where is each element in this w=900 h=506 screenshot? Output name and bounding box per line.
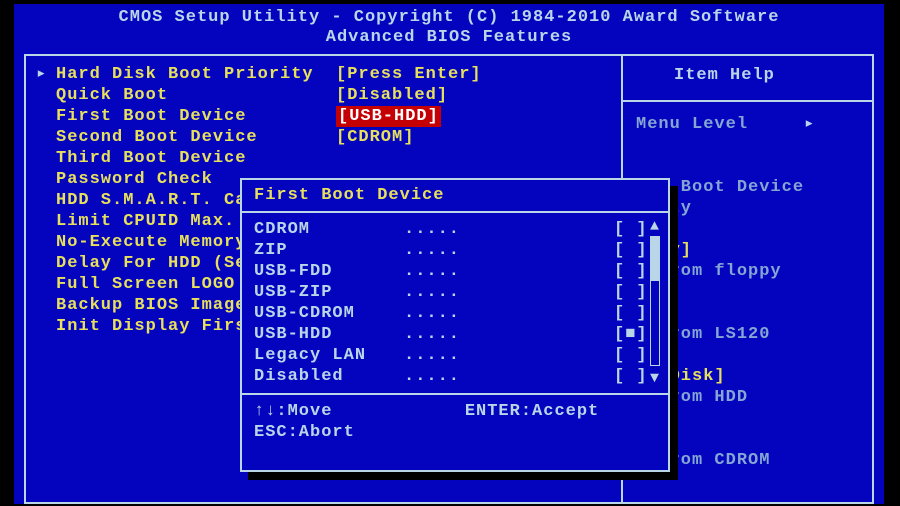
help-line: t from CDROM — [636, 450, 868, 471]
popup-option-name: USB-FDD — [254, 261, 404, 282]
option-marker — [36, 211, 56, 232]
help-line — [636, 408, 868, 429]
option-label: Third Boot Device — [56, 148, 336, 169]
help-title: Item Help — [674, 66, 775, 85]
popup-option-name: ZIP — [254, 240, 404, 261]
popup-scrollbar[interactable]: ▲ ▼ — [648, 218, 662, 388]
help-line — [636, 282, 868, 303]
option-marker — [36, 232, 56, 253]
option-marker: ▸ — [36, 64, 56, 85]
option-marker — [36, 253, 56, 274]
option-marker — [36, 148, 56, 169]
option-marker — [36, 127, 56, 148]
bios-option-row[interactable]: Third Boot Device — [36, 148, 616, 169]
popup-option-dots: ..... — [404, 345, 614, 366]
help-line: 120] — [636, 303, 868, 324]
popup-option-dots: ..... — [404, 240, 614, 261]
bios-title-line-2: Advanced BIOS Features — [14, 28, 884, 48]
popup-option-list[interactable]: CDROM.....[ ]ZIP.....[ ]USB-FDD.....[ ]U… — [242, 213, 668, 393]
option-label: Quick Boot — [56, 85, 336, 106]
popup-option-dots: ..... — [404, 366, 614, 387]
help-line: oppy] — [636, 240, 868, 261]
option-value: [Disabled] — [336, 85, 448, 106]
bios-option-row[interactable]: Second Boot Device[CDROM] — [36, 127, 616, 148]
first-boot-device-popup: First Boot Device CDROM.....[ ]ZIP.....[… — [240, 178, 670, 472]
option-marker — [36, 295, 56, 316]
option-value: [Press Enter] — [336, 64, 482, 85]
option-marker — [36, 106, 56, 127]
popup-option[interactable]: Disabled.....[ ] — [254, 366, 658, 387]
help-body: Menu Level ▸ ect Boot Deviceority oppy]t… — [636, 114, 868, 471]
help-line — [636, 345, 868, 366]
popup-option-name: USB-CDROM — [254, 303, 404, 324]
bios-option-row[interactable]: ▸Hard Disk Boot Priority[Press Enter] — [36, 64, 616, 85]
popup-option[interactable]: USB-HDD.....[■] — [254, 324, 658, 345]
option-marker — [36, 85, 56, 106]
popup-help-move: ↑↓:Move — [254, 402, 332, 421]
scroll-thumb[interactable] — [651, 237, 659, 281]
bios-title-line-1: CMOS Setup Utility - Copyright (C) 1984-… — [14, 8, 884, 28]
option-marker — [36, 316, 56, 337]
option-marker — [36, 190, 56, 211]
popup-help-abort: ESC:Abort — [254, 422, 656, 443]
popup-option[interactable]: USB-ZIP.....[ ] — [254, 282, 658, 303]
popup-option-dots: ..... — [404, 282, 614, 303]
chevron-right-icon: ▸ — [804, 115, 815, 134]
help-line — [636, 156, 868, 177]
option-value: [USB-HDD] — [336, 106, 441, 127]
popup-option[interactable]: USB-CDROM.....[ ] — [254, 303, 658, 324]
popup-option[interactable]: Legacy LAN.....[ ] — [254, 345, 658, 366]
popup-help-accept: ENTER:Accept — [465, 402, 599, 421]
scroll-track[interactable] — [650, 236, 660, 366]
popup-option-name: USB-ZIP — [254, 282, 404, 303]
popup-title: First Boot Device — [242, 180, 668, 211]
option-label: Hard Disk Boot Priority — [56, 64, 336, 85]
popup-option[interactable]: CDROM.....[ ] — [254, 219, 658, 240]
popup-option-dots: ..... — [404, 261, 614, 282]
popup-option-name: Disabled — [254, 366, 404, 387]
scroll-down-icon[interactable]: ▼ — [648, 370, 662, 384]
menu-level-label: Menu Level — [636, 115, 748, 134]
help-line: ect Boot Device — [636, 177, 868, 198]
popup-option-name: USB-HDD — [254, 324, 404, 345]
popup-option-dots: ..... — [404, 324, 614, 345]
option-label: First Boot Device — [56, 106, 336, 127]
help-line: t from LS120 — [636, 324, 868, 345]
help-line: ROM] — [636, 429, 868, 450]
bios-option-row[interactable]: First Boot Device[USB-HDD] — [36, 106, 616, 127]
help-line — [636, 135, 868, 156]
bios-option-row[interactable]: Quick Boot[Disabled] — [36, 85, 616, 106]
help-line: rd Disk] — [636, 366, 868, 387]
help-divider — [621, 100, 873, 102]
help-line: t from floppy — [636, 261, 868, 282]
option-label: Second Boot Device — [56, 127, 336, 148]
help-line: t from HDD — [636, 387, 868, 408]
scroll-up-icon[interactable]: ▲ — [648, 218, 662, 232]
help-line: ority — [636, 198, 868, 219]
option-marker — [36, 169, 56, 190]
popup-option-dots: ..... — [404, 303, 614, 324]
popup-option[interactable]: USB-FDD.....[ ] — [254, 261, 658, 282]
help-line — [636, 219, 868, 240]
popup-option-name: Legacy LAN — [254, 345, 404, 366]
option-value: [CDROM] — [336, 127, 414, 148]
popup-help: ↑↓:Move ENTER:Accept ESC:Abort — [242, 395, 668, 449]
popup-option-dots: ..... — [404, 219, 614, 240]
popup-option[interactable]: ZIP.....[ ] — [254, 240, 658, 261]
popup-option-name: CDROM — [254, 219, 404, 240]
option-marker — [36, 274, 56, 295]
